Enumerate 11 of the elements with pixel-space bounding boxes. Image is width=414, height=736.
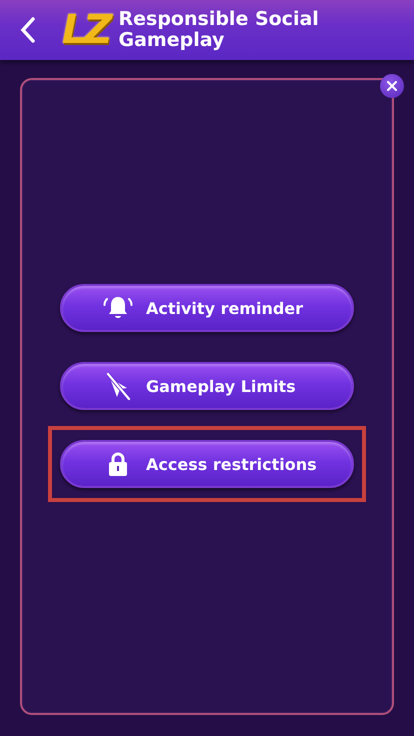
page-title: Responsible Social Gameplay <box>118 9 320 51</box>
lock-icon <box>107 451 129 477</box>
menu-button[interactable]: Access restrictions <box>60 440 354 488</box>
close-icon <box>387 81 397 91</box>
logo: LZ <box>62 10 108 50</box>
close-button[interactable] <box>380 74 404 98</box>
back-icon <box>20 17 36 43</box>
bell-icon <box>103 295 133 321</box>
crossed-cursor-icon <box>105 372 131 400</box>
menu-button[interactable]: Gameplay Limits <box>60 362 354 410</box>
menu-button[interactable]: Activity reminder <box>60 284 354 332</box>
